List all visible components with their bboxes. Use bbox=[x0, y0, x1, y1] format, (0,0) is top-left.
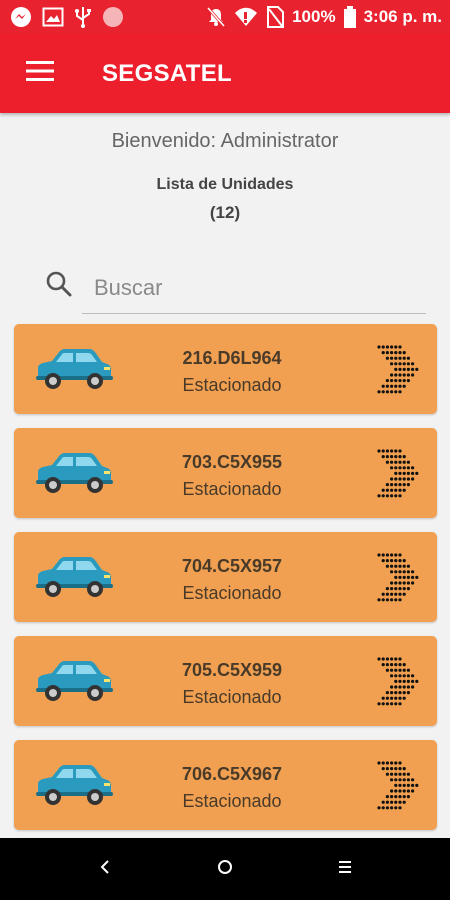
unit-plate: 703.C5X955 bbox=[181, 452, 283, 472]
arrow-right-icon[interactable] bbox=[376, 760, 426, 817]
car-icon bbox=[34, 450, 114, 501]
clock: 3:06 p. m. bbox=[363, 7, 442, 26]
unit-status: Estacionado bbox=[182, 687, 282, 707]
hamburger-menu-icon bbox=[26, 61, 54, 86]
record-icon bbox=[102, 6, 124, 28]
messenger-icon bbox=[10, 6, 32, 28]
search-bar bbox=[40, 258, 426, 318]
app-bar: SEGSATEL bbox=[0, 34, 450, 113]
system-indicators: 100% 3:06 p. m. bbox=[206, 6, 442, 28]
search-icon[interactable] bbox=[45, 270, 73, 303]
home-button[interactable] bbox=[205, 849, 245, 889]
car-icon bbox=[34, 554, 114, 605]
menu-button[interactable] bbox=[0, 34, 80, 113]
car-icon bbox=[34, 762, 114, 813]
arrow-right-icon[interactable] bbox=[376, 552, 426, 609]
battery-icon bbox=[343, 6, 356, 28]
unit-card[interactable]: 706.C5X967 Estacionado bbox=[14, 740, 437, 830]
recents-button[interactable] bbox=[325, 849, 365, 889]
arrow-right-icon[interactable] bbox=[376, 448, 426, 505]
unit-status: Estacionado bbox=[182, 375, 282, 395]
arrow-right-icon[interactable] bbox=[376, 656, 426, 713]
arrow-right-icon[interactable] bbox=[376, 344, 426, 401]
usb-icon bbox=[74, 6, 92, 28]
list-count: (12) bbox=[209, 203, 241, 222]
unit-card[interactable]: 216.D6L964 Estacionado bbox=[14, 324, 437, 414]
unit-plate: 216.D6L964 bbox=[182, 348, 282, 368]
car-icon bbox=[34, 346, 114, 397]
unit-card[interactable]: 704.C5X957 Estacionado bbox=[14, 532, 437, 622]
back-button[interactable] bbox=[85, 849, 125, 889]
unit-list: 216.D6L964 Estacionado 703.C5X955 Estaciona… bbox=[14, 324, 437, 844]
unit-plate: 705.C5X959 bbox=[181, 660, 283, 680]
status-bar: 100% 3:06 p. m. bbox=[0, 0, 450, 34]
unit-card[interactable]: 705.C5X959 Estacionado bbox=[14, 636, 437, 726]
unit-card[interactable]: 703.C5X955 Estacionado bbox=[14, 428, 437, 518]
battery-percent: 100% bbox=[292, 7, 336, 26]
unit-status: Estacionado bbox=[182, 583, 282, 603]
unit-plate: 704.C5X957 bbox=[181, 556, 283, 576]
notification-icons bbox=[10, 6, 124, 28]
unit-status: Estacionado bbox=[182, 479, 282, 499]
recents-icon bbox=[338, 859, 352, 880]
navigation-bar bbox=[0, 838, 450, 900]
search-input[interactable] bbox=[82, 262, 426, 314]
back-icon bbox=[98, 859, 112, 880]
car-icon bbox=[34, 658, 114, 709]
unit-status: Estacionado bbox=[182, 791, 282, 811]
wifi-icon bbox=[234, 7, 258, 27]
list-title: Lista de Unidades bbox=[156, 176, 294, 193]
app-title: SEGSATEL bbox=[102, 59, 232, 87]
unit-plate: 706.C5X967 bbox=[181, 764, 283, 784]
no-sim-icon bbox=[266, 6, 285, 28]
mute-icon bbox=[206, 6, 226, 28]
image-icon bbox=[42, 7, 64, 27]
welcome-message: Bienvenido: Administrator bbox=[111, 130, 339, 152]
home-icon bbox=[216, 858, 234, 881]
